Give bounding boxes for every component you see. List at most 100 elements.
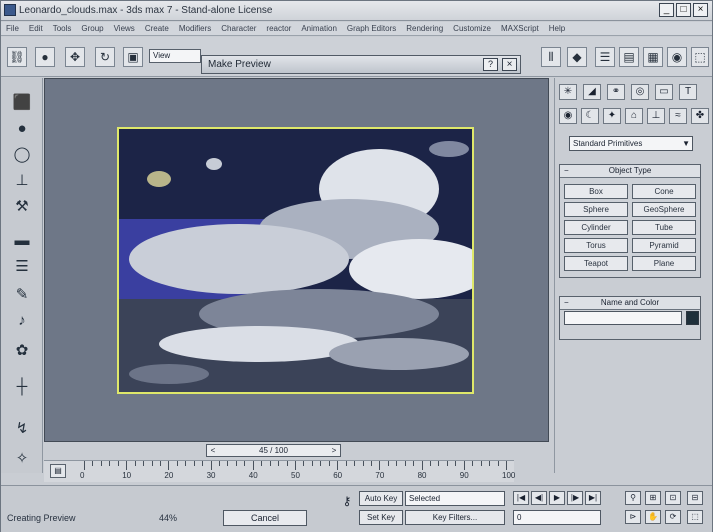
modify-tab-icon[interactable]: ◢ [583, 84, 601, 100]
next-frame-icon[interactable]: |▶ [567, 491, 583, 505]
box-button[interactable]: Box [564, 184, 628, 199]
go-to-start-icon[interactable]: |◀ [513, 491, 529, 505]
select-object-icon[interactable]: ● [35, 47, 55, 67]
menu-animation[interactable]: Animation [296, 24, 342, 33]
render-icon[interactable]: ⬚ [691, 47, 709, 67]
curve-editor-icon[interactable]: ▤ [619, 47, 639, 67]
maximize-button[interactable]: □ [676, 3, 691, 17]
dialog-close-button[interactable]: × [502, 58, 517, 71]
previous-frame-icon[interactable]: ◀| [531, 491, 547, 505]
helper-icon[interactable]: ⚒ [11, 196, 33, 218]
command-panel: ✳ ◢ ⚭ ◎ ▭ T ◉ ☾ ✦ ⌂ ⊥ ≈ ✤ Standard Primi… [554, 78, 712, 473]
align-icon[interactable]: ◆ [567, 47, 587, 67]
cylinder-icon[interactable]: ◯ [11, 144, 33, 166]
go-to-end-icon[interactable]: ▶| [585, 491, 601, 505]
menu-customize[interactable]: Customize [448, 24, 496, 33]
object-color-swatch[interactable] [686, 311, 699, 325]
reference-coordinate-select[interactable]: View [149, 49, 201, 63]
menu-create[interactable]: Create [140, 24, 174, 33]
mirror-icon[interactable]: ⫴ [541, 47, 561, 67]
viewport[interactable] [44, 78, 549, 442]
teapot-button[interactable]: Teapot [564, 256, 628, 271]
plane-icon[interactable]: ⊥ [11, 170, 33, 192]
selection-set-select[interactable]: Selected [405, 491, 505, 506]
select-link-icon[interactable]: ⛓ [7, 47, 27, 67]
tools-icon[interactable]: ✧ [11, 448, 33, 470]
schematic-view-icon[interactable]: ▦ [643, 47, 663, 67]
auto-key-button[interactable]: Auto Key [359, 491, 403, 506]
cone-button[interactable]: Cone [632, 184, 696, 199]
zoom-icon[interactable]: ⚲ [625, 491, 641, 505]
close-button[interactable]: × [693, 3, 708, 17]
zoom-all-icon[interactable]: ⊞ [645, 491, 661, 505]
bone-icon[interactable]: ┼ [11, 376, 33, 398]
menu-reactor[interactable]: reactor [261, 24, 296, 33]
create-tab-icon[interactable]: ✳ [559, 84, 577, 100]
cylinder-button[interactable]: Cylinder [564, 220, 628, 235]
layer-manager-icon[interactable]: ☰ [595, 47, 615, 67]
name-and-color-header[interactable]: − Name and Color [560, 297, 700, 310]
play-icon[interactable]: ▶ [549, 491, 565, 505]
display-tab-icon[interactable]: ▭ [655, 84, 673, 100]
list-icon[interactable]: ☰ [11, 256, 33, 278]
menu-views[interactable]: Views [109, 24, 140, 33]
sphere-button[interactable]: Sphere [564, 202, 628, 217]
spacewarps-icon[interactable]: ≈ [669, 108, 687, 124]
menu-maxscript[interactable]: MAXScript [496, 24, 544, 33]
time-slider[interactable]: < 45 / 100 > [206, 444, 341, 457]
field-of-view-icon[interactable]: ⊳ [625, 510, 641, 524]
track-bar[interactable]: ▤ 0 10 20 30 40 50 60 70 80 90 100 [44, 460, 515, 482]
time-slider-next-icon[interactable]: > [329, 445, 339, 456]
cameras-icon[interactable]: ⌂ [625, 108, 643, 124]
menu-character[interactable]: Character [216, 24, 261, 33]
maximize-viewport-icon[interactable]: ⬚ [687, 510, 703, 524]
plane-button[interactable]: Plane [632, 256, 696, 271]
lights-icon[interactable]: ✦ [603, 108, 621, 124]
key-filters-button[interactable]: Key Filters... [405, 510, 505, 525]
zoom-extents-icon[interactable]: ⊡ [665, 491, 681, 505]
zoom-extents-all-icon[interactable]: ⊟ [687, 491, 703, 505]
scale-icon[interactable]: ▣ [123, 47, 143, 67]
wrench-icon[interactable]: ✎ [11, 284, 33, 306]
motion-tab-icon[interactable]: ◎ [631, 84, 649, 100]
pyramid-button[interactable]: Pyramid [632, 238, 696, 253]
light-icon[interactable]: ♪ [11, 310, 33, 332]
sphere-icon[interactable]: ● [11, 118, 33, 140]
menu-tools[interactable]: Tools [48, 24, 77, 33]
object-name-field[interactable] [564, 311, 682, 325]
set-key-button[interactable]: Set Key [359, 510, 403, 525]
shapes-icon[interactable]: ☾ [581, 108, 599, 124]
current-frame-field[interactable]: 0 [513, 510, 601, 525]
systems-icon[interactable]: ✤ [691, 108, 709, 124]
mini-curve-editor-icon[interactable]: ▤ [50, 464, 66, 478]
camera-icon[interactable]: ✿ [11, 340, 33, 362]
time-slider-prev-icon[interactable]: < [208, 445, 218, 456]
geometry-icon[interactable]: ◉ [559, 108, 577, 124]
geosphere-button[interactable]: GeoSphere [632, 202, 696, 217]
torus-button[interactable]: Torus [564, 238, 628, 253]
material-editor-icon[interactable]: ◉ [667, 47, 687, 67]
menu-modifiers[interactable]: Modifiers [174, 24, 216, 33]
tube-button[interactable]: Tube [632, 220, 696, 235]
spline-icon[interactable]: ▬ [11, 230, 33, 252]
box-icon[interactable]: ⬛ [11, 92, 33, 114]
particle-icon[interactable]: ↯ [11, 418, 33, 440]
object-type-header[interactable]: − Object Type [560, 165, 700, 178]
helpers-icon[interactable]: ⊥ [647, 108, 665, 124]
pan-icon[interactable]: ✋ [645, 510, 661, 524]
menu-graph-editors[interactable]: Graph Editors [342, 24, 401, 33]
menu-rendering[interactable]: Rendering [401, 24, 448, 33]
menu-group[interactable]: Group [76, 24, 108, 33]
move-icon[interactable]: ✥ [65, 47, 85, 67]
menu-file[interactable]: File [1, 24, 24, 33]
arc-rotate-icon[interactable]: ⟳ [665, 510, 681, 524]
menu-help[interactable]: Help [544, 24, 570, 33]
primitive-type-select[interactable]: Standard Primitives ▼ [569, 136, 693, 151]
help-button[interactable]: ? [483, 58, 498, 71]
hierarchy-tab-icon[interactable]: ⚭ [607, 84, 625, 100]
menu-edit[interactable]: Edit [24, 24, 48, 33]
minimize-button[interactable]: _ [659, 3, 674, 17]
utilities-tab-icon[interactable]: T [679, 84, 697, 100]
rotate-icon[interactable]: ↻ [95, 47, 115, 67]
cancel-button[interactable]: Cancel [223, 510, 307, 526]
